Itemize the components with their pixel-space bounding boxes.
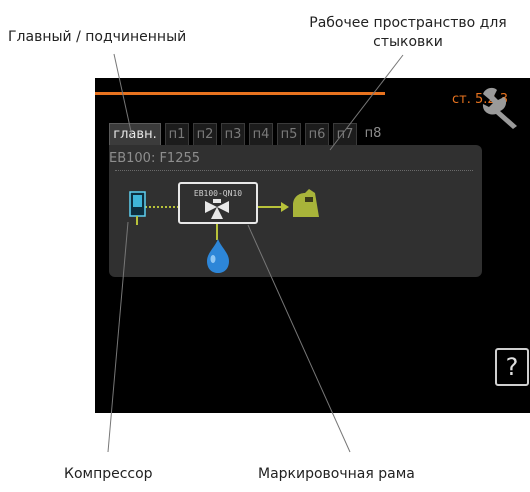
leader-main-secondary bbox=[113, 53, 133, 137]
callout-leader-lines bbox=[107, 53, 404, 453]
leader-compressor bbox=[107, 221, 129, 453]
leader-docking-workspace bbox=[329, 54, 404, 151]
leader-marking-frame bbox=[247, 224, 351, 453]
